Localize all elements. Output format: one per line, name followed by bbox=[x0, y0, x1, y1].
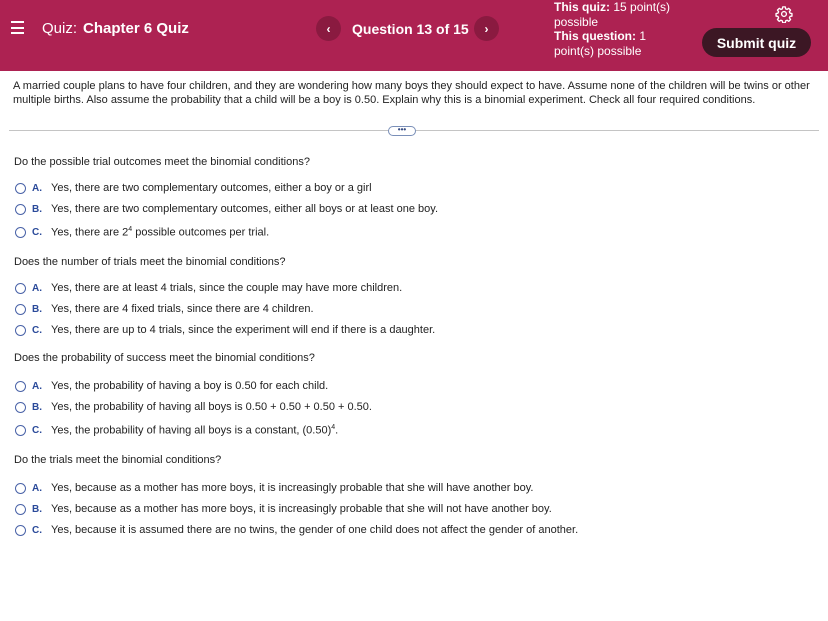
option-letter: B. bbox=[32, 503, 42, 515]
option-letter: A. bbox=[32, 380, 42, 392]
answer-option[interactable]: B. Yes, the probability of having all bo… bbox=[15, 400, 372, 414]
next-question-button[interactable]: › bbox=[474, 16, 499, 41]
answer-option[interactable]: A. Yes, because as a mother has more boy… bbox=[15, 481, 533, 495]
option-letter: B. bbox=[32, 401, 42, 413]
option-letter: A. bbox=[32, 282, 42, 294]
radio-button[interactable] bbox=[15, 503, 26, 515]
option-text: Yes, the probability of having all boys … bbox=[51, 401, 372, 413]
this-question-label: This question: bbox=[554, 29, 636, 43]
this-quiz-label: This quiz: bbox=[554, 0, 610, 14]
option-text: Yes, there are 4 fixed trials, since the… bbox=[51, 303, 314, 315]
answer-option[interactable]: A. Yes, the probability of having a boy … bbox=[15, 379, 328, 393]
radio-button[interactable] bbox=[15, 282, 26, 294]
expand-more-button[interactable]: ••• bbox=[388, 126, 416, 136]
submit-quiz-button[interactable]: Submit quiz bbox=[702, 28, 811, 57]
radio-button[interactable] bbox=[15, 226, 26, 238]
option-letter: B. bbox=[32, 203, 42, 215]
option-text-part: possible outcomes per trial. bbox=[132, 226, 270, 239]
option-letter: B. bbox=[32, 303, 42, 315]
option-text-part: Yes, the probability of having all boys … bbox=[51, 424, 332, 437]
radio-button[interactable] bbox=[15, 182, 26, 194]
option-text: Yes, there are two complementary outcome… bbox=[51, 203, 439, 215]
option-text: Yes, because as a mother has more boys, … bbox=[51, 482, 534, 494]
answer-option[interactable]: B. Yes, because as a mother has more boy… bbox=[15, 502, 552, 516]
option-text: Yes, there are at least 4 trials, since … bbox=[51, 282, 403, 294]
points-info: This quiz: 15 point(s) possible This que… bbox=[554, 0, 684, 58]
quiz-name: Chapter 6 Quiz bbox=[83, 20, 189, 37]
option-text: Yes, the probability of having all boys … bbox=[51, 424, 338, 437]
radio-button[interactable] bbox=[15, 401, 26, 413]
question-prompt: Does the probability of success meet the… bbox=[14, 352, 315, 364]
answer-option[interactable]: B. Yes, there are two complementary outc… bbox=[15, 202, 438, 216]
hamburger-menu-icon[interactable] bbox=[11, 21, 24, 34]
answer-option[interactable]: C. Yes, there are up to 4 trials, since … bbox=[15, 323, 435, 337]
previous-question-button[interactable]: ‹ bbox=[316, 16, 341, 41]
option-text-part: . bbox=[335, 424, 339, 437]
answer-option[interactable]: C. Yes, because it is assumed there are … bbox=[15, 523, 578, 537]
option-text: Yes, because it is assumed there are no … bbox=[51, 524, 579, 536]
gear-icon[interactable] bbox=[775, 5, 793, 23]
option-letter: C. bbox=[32, 324, 42, 336]
option-letter: A. bbox=[32, 482, 42, 494]
answer-option[interactable]: A. Yes, there are at least 4 trials, sin… bbox=[15, 281, 402, 295]
radio-button[interactable] bbox=[15, 424, 26, 436]
option-letter: C. bbox=[32, 424, 42, 436]
radio-button[interactable] bbox=[15, 203, 26, 215]
question-prompt: Does the number of trials meet the binom… bbox=[14, 256, 286, 268]
radio-button[interactable] bbox=[15, 380, 26, 392]
quiz-title: Quiz: Chapter 6 Quiz bbox=[42, 20, 189, 37]
answer-option[interactable]: B. Yes, there are 4 fixed trials, since … bbox=[15, 302, 314, 316]
option-letter: C. bbox=[32, 524, 42, 536]
question-counter: Question 13 of 15 bbox=[352, 21, 469, 37]
radio-button[interactable] bbox=[15, 324, 26, 336]
option-text: Yes, because as a mother has more boys, … bbox=[51, 503, 552, 515]
problem-statement: A married couple plans to have four chil… bbox=[13, 80, 810, 106]
answer-option[interactable]: C. Yes, the probability of having all bo… bbox=[15, 423, 338, 437]
option-text: Yes, there are up to 4 trials, since the… bbox=[51, 324, 436, 336]
question-prompt: Do the possible trial outcomes meet the … bbox=[14, 156, 310, 168]
radio-button[interactable] bbox=[15, 482, 26, 494]
option-text-part: Yes, there are 2 bbox=[51, 226, 129, 239]
answer-option[interactable]: A. Yes, there are two complementary outc… bbox=[15, 181, 372, 195]
option-text: Yes, there are 24 possible outcomes per … bbox=[51, 226, 269, 239]
option-text: Yes, the probability of having a boy is … bbox=[51, 380, 329, 392]
option-letter: A. bbox=[32, 182, 42, 194]
question-prompt: Do the trials meet the binomial conditio… bbox=[14, 454, 222, 466]
answer-option[interactable]: C. Yes, there are 24 possible outcomes p… bbox=[15, 225, 269, 239]
option-letter: C. bbox=[32, 226, 42, 238]
quiz-header: Quiz: Chapter 6 Quiz ‹ Question 13 of 15 … bbox=[0, 0, 828, 71]
option-text: Yes, there are two complementary outcome… bbox=[51, 182, 372, 194]
radio-button[interactable] bbox=[15, 303, 26, 315]
radio-button[interactable] bbox=[15, 524, 26, 536]
quiz-title-prefix: Quiz: bbox=[42, 20, 78, 37]
